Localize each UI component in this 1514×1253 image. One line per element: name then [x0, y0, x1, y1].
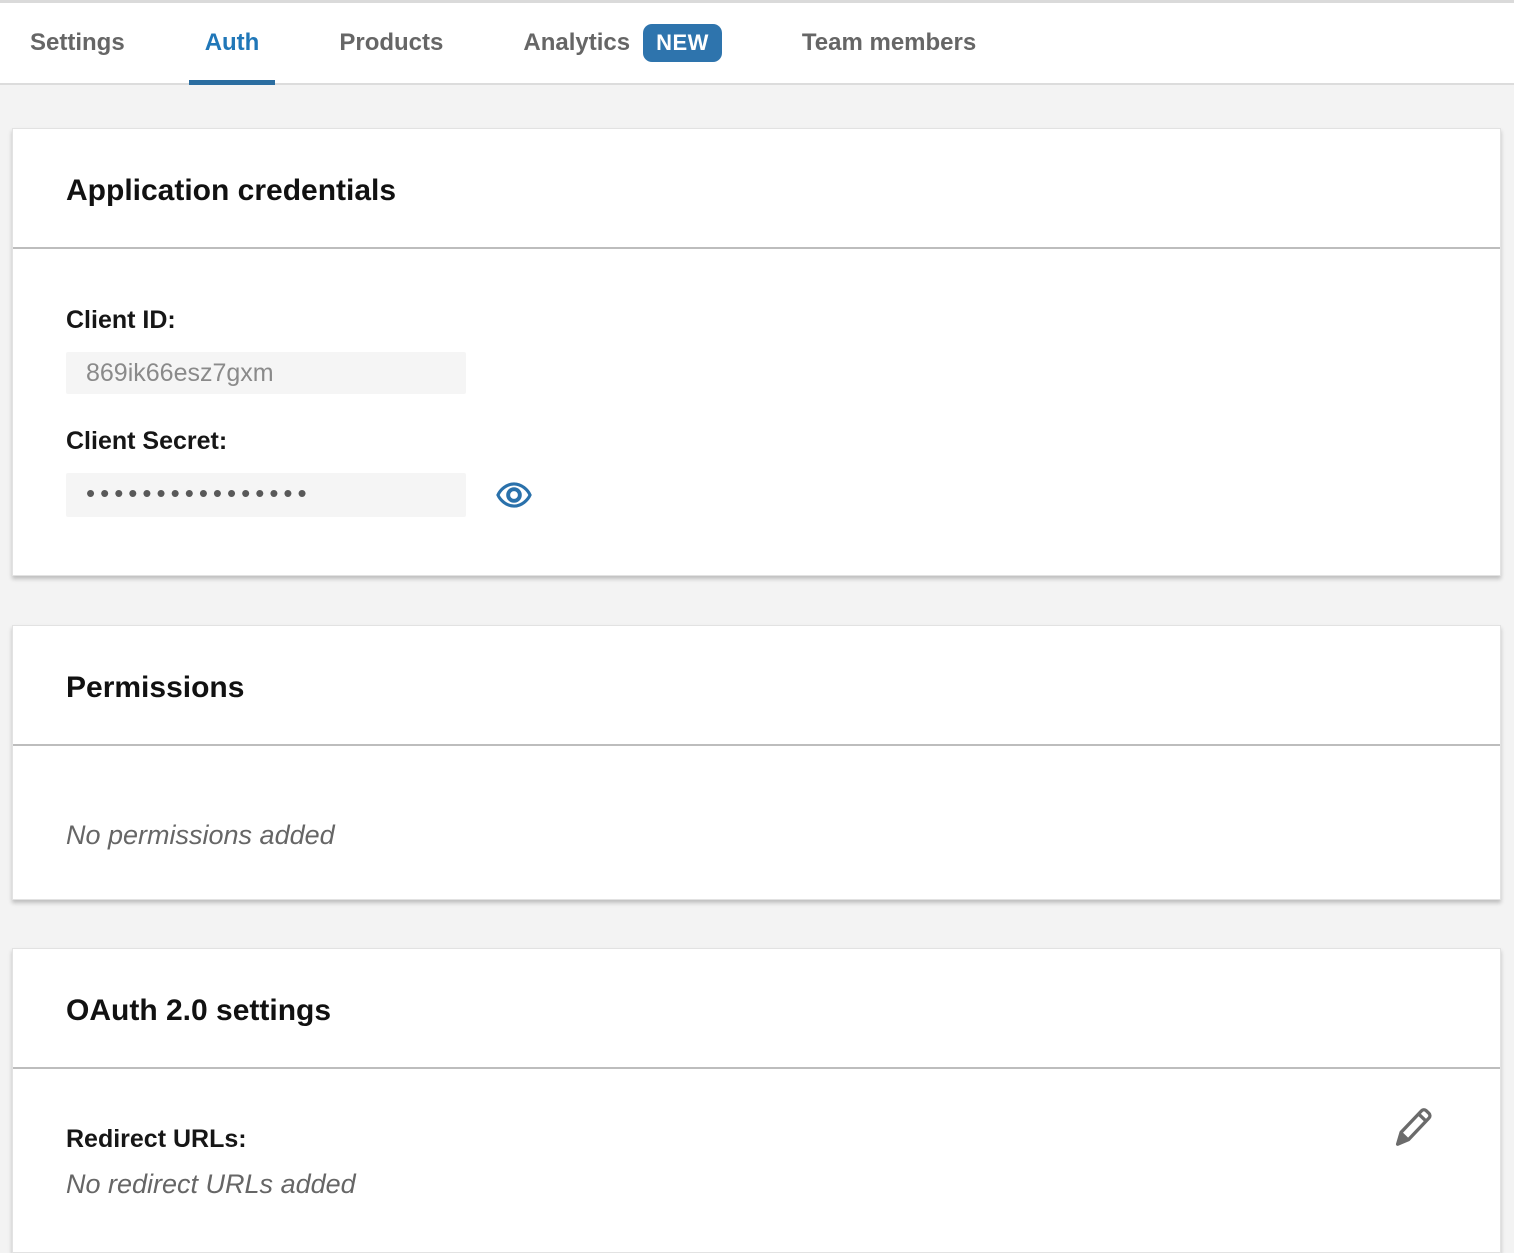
eye-icon — [496, 480, 532, 510]
client-id-label: Client ID: — [66, 305, 1447, 335]
page-content: Application credentials Client ID: 869ik… — [0, 128, 1514, 1253]
tab-team-members-label: Team members — [802, 29, 976, 57]
application-credentials-title: Application credentials — [66, 173, 1447, 209]
tab-products[interactable]: Products — [323, 3, 459, 83]
pencil-icon — [1392, 1103, 1434, 1149]
tab-analytics[interactable]: Analytics NEW — [507, 3, 738, 83]
permissions-title: Permissions — [66, 670, 1447, 706]
tab-auth-label: Auth — [205, 29, 260, 57]
reveal-secret-button[interactable] — [496, 480, 532, 510]
new-badge: NEW — [643, 24, 722, 62]
application-credentials-header: Application credentials — [13, 129, 1500, 249]
edit-redirect-urls-button[interactable] — [1388, 1099, 1438, 1156]
tab-team-members[interactable]: Team members — [786, 3, 992, 83]
application-credentials-body: Client ID: 869ik66esz7gxm Client Secret:… — [13, 249, 1500, 575]
application-credentials-card: Application credentials Client ID: 869ik… — [12, 128, 1501, 576]
tab-bar: Settings Auth Products Analytics NEW Tea… — [0, 0, 1514, 85]
redirect-urls-label: Redirect URLs: — [66, 1124, 1447, 1154]
client-id-value: 869ik66esz7gxm — [86, 359, 274, 388]
permissions-card: Permissions No permissions added — [12, 625, 1501, 900]
oauth-settings-body: Redirect URLs: No redirect URLs added — [13, 1069, 1500, 1252]
permissions-body: No permissions added — [13, 746, 1500, 899]
oauth-settings-header: OAuth 2.0 settings — [13, 949, 1500, 1069]
client-id-field[interactable]: 869ik66esz7gxm — [66, 352, 466, 394]
oauth-settings-card: OAuth 2.0 settings Redirect URLs: No red… — [12, 948, 1501, 1253]
permissions-header: Permissions — [13, 626, 1500, 746]
tab-analytics-label: Analytics — [523, 29, 630, 57]
client-secret-field[interactable]: •••••••••••••••• — [66, 473, 466, 517]
tab-settings[interactable]: Settings — [14, 3, 141, 83]
permissions-empty-text: No permissions added — [66, 819, 1447, 851]
tab-products-label: Products — [339, 29, 443, 57]
tab-auth[interactable]: Auth — [189, 3, 276, 83]
client-secret-masked-value: •••••••••••••••• — [86, 480, 312, 506]
oauth-settings-title: OAuth 2.0 settings — [66, 993, 1447, 1029]
tab-settings-label: Settings — [30, 29, 125, 57]
client-secret-label: Client Secret: — [66, 426, 1447, 456]
redirect-urls-empty-text: No redirect URLs added — [66, 1168, 1447, 1200]
